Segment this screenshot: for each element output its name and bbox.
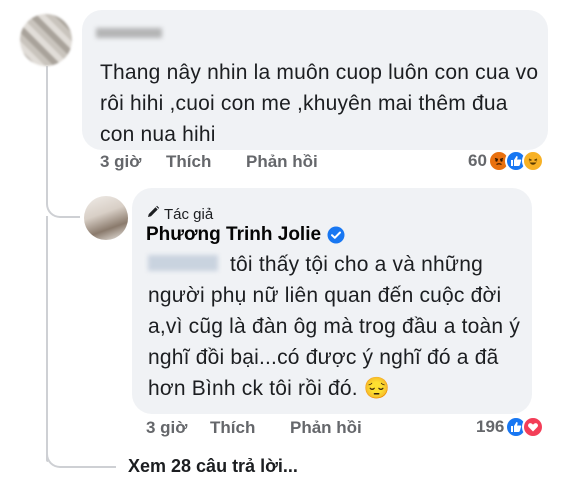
commenter-avatar[interactable] [20, 14, 72, 66]
author-badge: Tác giả [146, 205, 213, 223]
pencil-icon [146, 205, 160, 223]
thread-connector [46, 438, 116, 468]
thread-connector [46, 66, 80, 218]
view-more-replies-link[interactable]: Xem 28 câu trả lời... [128, 456, 298, 477]
verified-badge-icon [327, 226, 345, 244]
love-icon [522, 416, 545, 438]
author-avatar[interactable] [84, 196, 128, 240]
author-name-row[interactable]: Phương Trinh Jolie [146, 224, 345, 246]
thread-connector [46, 216, 48, 462]
author-name[interactable]: Phương Trinh Jolie [146, 224, 321, 246]
reply-text-content: tôi thấy tội cho a và những người phụ nữ… [148, 253, 521, 400]
reply-like-button[interactable]: Thích [210, 418, 255, 438]
comment-time[interactable]: 3 giờ [100, 152, 141, 172]
haha-icon [521, 150, 544, 172]
reply-reactions[interactable]: 196 [476, 416, 545, 438]
comment-text: Thang nây nhin la muôn cuop luôn con cua… [100, 61, 539, 146]
comment-reaction-count: 60 [468, 151, 487, 170]
comment-like-button[interactable]: Thích [166, 152, 211, 172]
reply-text: tôi thấy tội cho a và những người phụ nữ… [148, 249, 528, 404]
reply-reply-button[interactable]: Phản hồi [290, 418, 362, 438]
reply-reaction-count: 196 [476, 417, 505, 436]
commenter-name-blurred[interactable] [96, 28, 162, 38]
author-badge-label: Tác giả [164, 205, 214, 223]
comment-reply-button[interactable]: Phản hồi [246, 152, 318, 172]
reply-time[interactable]: 3 giờ [146, 418, 187, 438]
comment-reactions[interactable]: 60 [468, 150, 544, 172]
